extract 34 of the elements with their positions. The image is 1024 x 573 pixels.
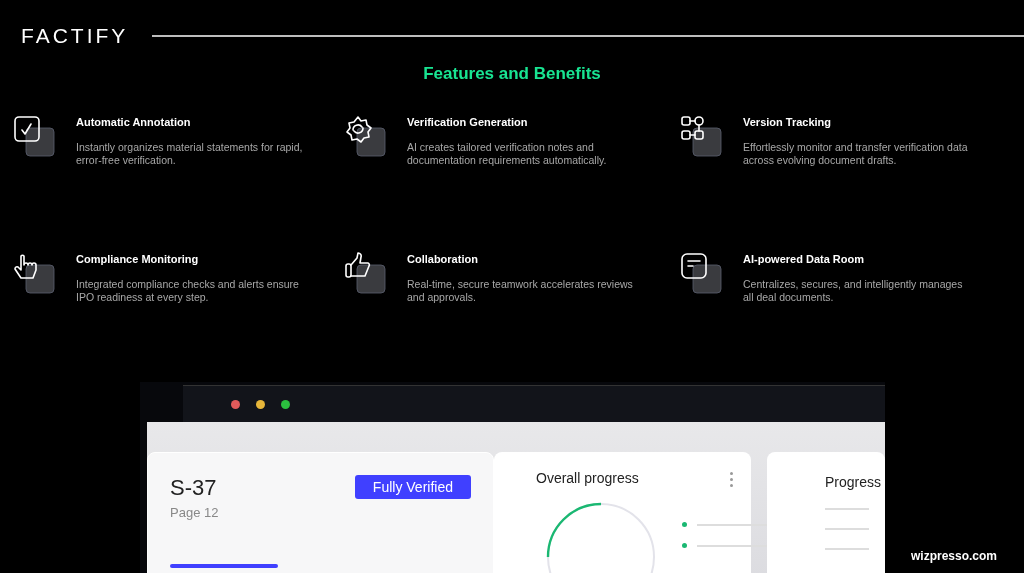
feature-title: Collaboration bbox=[407, 253, 479, 265]
checkbox-icon bbox=[12, 114, 56, 158]
window-control-dot[interactable] bbox=[231, 399, 240, 409]
feature-description: Instantly organizes material statements for rapid, error-free verification. bbox=[76, 141, 304, 167]
document-icon bbox=[679, 251, 723, 295]
section-title: Features and Benefits bbox=[422, 64, 602, 84]
gear-icon bbox=[343, 114, 387, 158]
feature-title: AI-powered Data Room bbox=[743, 253, 865, 265]
feature-title: Automatic Annotation bbox=[76, 116, 192, 128]
feature-description: Real-time, secure teamwork accelerates reviews and approvals. bbox=[407, 278, 634, 304]
feature-description: Effortlessly monitor and transfer verification data across evolving document drafts. bbox=[743, 141, 969, 167]
more-options-icon[interactable] bbox=[730, 470, 733, 487]
feature-description: AI creates tailored verification notes and documentation requirements automatically. bbox=[407, 141, 608, 167]
thumbs-up-icon bbox=[343, 251, 387, 295]
legend-dot bbox=[682, 522, 687, 527]
feature-title: Compliance Monitoring bbox=[76, 253, 200, 265]
page-label: Page 12 bbox=[170, 505, 219, 520]
feature-description: Integrated compliance checks and alerts ensure IPO readiness at every step. bbox=[76, 278, 300, 304]
website-address[interactable]: wizpresso.com bbox=[910, 549, 997, 563]
nodes-icon bbox=[679, 114, 723, 158]
window-control-dot[interactable] bbox=[281, 399, 290, 409]
placeholder-line bbox=[825, 548, 869, 550]
legend-dot bbox=[682, 543, 687, 548]
placeholder-line bbox=[825, 508, 869, 510]
placeholder-line bbox=[825, 528, 869, 530]
card-title: Overall progress bbox=[536, 470, 639, 487]
status-badge: Fully Verified bbox=[354, 475, 471, 499]
card-title: Progress bbox=[825, 474, 883, 490]
feature-description: Centralizes, secures, and intelligently manages all deal documents. bbox=[743, 278, 964, 304]
feature-title: Verification Generation bbox=[407, 116, 529, 128]
feature-title: Version Tracking bbox=[743, 116, 833, 128]
logo: FACTIFY bbox=[21, 24, 129, 48]
document-code: S-37 bbox=[170, 475, 218, 501]
window-control-dot[interactable] bbox=[256, 399, 265, 409]
